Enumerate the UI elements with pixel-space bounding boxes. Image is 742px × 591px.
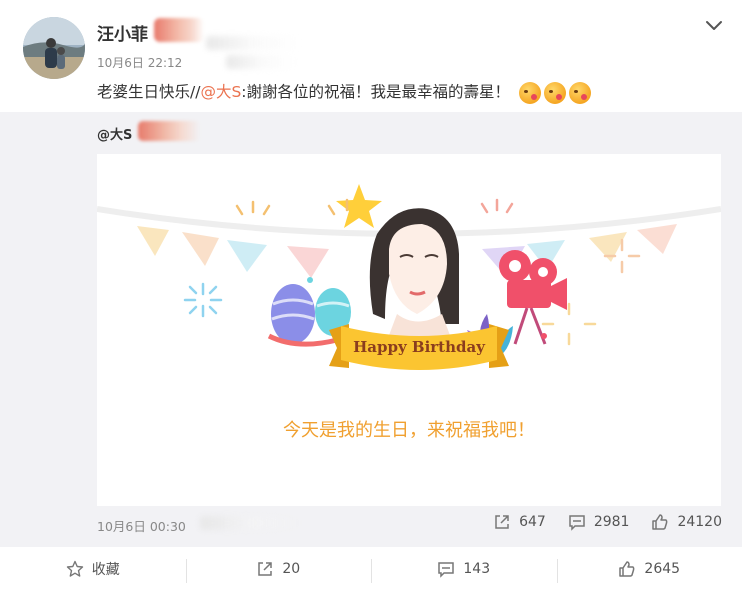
birthday-illustration: Happy Birthday — [97, 184, 721, 370]
blurred-region — [206, 36, 300, 50]
kiss-emoji-icon — [518, 81, 541, 104]
comment-count: 143 — [463, 561, 491, 577]
post-text: 老婆生日快乐//@大S:謝謝各位的祝福！我是最幸福的壽星！ — [97, 80, 591, 104]
favorite-label: 收藏 — [91, 562, 120, 578]
thumbs-up-icon — [619, 561, 635, 577]
post-timestamp[interactable]: 10月6日 22:12 — [97, 54, 182, 71]
original-stats: 647 2981 24120 — [493, 513, 722, 531]
comment-button[interactable]: 143 — [371, 547, 557, 591]
blurred-region — [226, 55, 296, 69]
original-like-button[interactable]: 24120 — [651, 513, 722, 531]
comment-icon — [569, 515, 585, 531]
original-comment-count: 2981 — [593, 514, 630, 530]
like-count: 2645 — [644, 561, 681, 577]
repost-icon — [495, 515, 509, 529]
blurred-region — [200, 516, 300, 530]
original-repost-count: 647 — [519, 514, 546, 530]
post-text-body: :謝謝各位的祝福！我是最幸福的壽星！ — [241, 83, 511, 101]
kiss-emoji-icon — [543, 81, 566, 104]
favorite-button[interactable]: 收藏 — [0, 547, 186, 591]
action-bar: 收藏 20 143 2645 — [0, 547, 742, 591]
username[interactable]: 汪小菲 — [97, 20, 148, 45]
original-timestamp[interactable]: 10月6日 00:30 — [97, 516, 186, 535]
blurred-badge — [154, 18, 204, 42]
thumbs-up-icon — [652, 514, 668, 530]
blurred-badge — [138, 121, 200, 141]
repost-icon — [258, 562, 273, 576]
original-repost-button[interactable]: 647 — [493, 513, 546, 531]
chevron-down-icon[interactable] — [702, 13, 726, 37]
birthday-card[interactable]: Happy Birthday 今天是我的生日，来祝福我吧！ — [97, 154, 721, 506]
kiss-emoji-icon — [568, 81, 591, 104]
repost-button[interactable]: 20 — [185, 547, 372, 591]
birthday-caption: 今天是我的生日，来祝福我吧！ — [283, 420, 535, 441]
comment-icon — [438, 562, 455, 578]
original-like-count: 24120 — [677, 514, 722, 530]
happy-birthday-text: Happy Birthday — [353, 338, 486, 356]
avatar[interactable] — [23, 17, 85, 79]
post-text-prefix: 老婆生日快乐// — [97, 83, 201, 101]
star-icon — [66, 560, 83, 577]
like-button[interactable]: 2645 — [556, 547, 742, 591]
mention-link[interactable]: @大S — [200, 83, 241, 101]
weibo-post: 汪小菲 10月6日 22:12 老婆生日快乐//@大S:謝謝各位的祝福！我是最幸… — [0, 0, 742, 591]
original-comment-button[interactable]: 2981 — [568, 513, 630, 531]
original-author[interactable]: @大S — [97, 124, 132, 143]
repost-count: 20 — [282, 561, 301, 577]
reposted-post: @大S Happy Birthday 今天是我的生日，来祝福我吧！ 10月6日 … — [0, 112, 742, 547]
